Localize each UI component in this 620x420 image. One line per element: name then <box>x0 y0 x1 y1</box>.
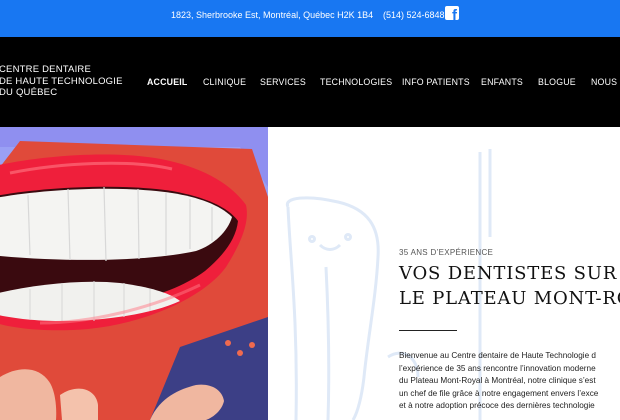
hero-text-panel: 35 ANS D’EXPÉRIENCE VOS DENTISTES SUR LE… <box>268 127 620 420</box>
nav-item-clinique[interactable]: CLINIQUE <box>203 77 246 87</box>
logo-line-1: CENTRE DENTAIRE <box>0 64 92 75</box>
nav-item-nous-joindre[interactable]: NOUS J <box>591 77 620 87</box>
nav-item-technologies[interactable]: TECHNOLOGIES <box>320 77 392 87</box>
nav-item-accueil[interactable]: ACCUEIL <box>147 77 188 87</box>
body-line: du Plateau Mont-Royal à Montréal, notre … <box>399 376 596 385</box>
nav-item-enfants[interactable]: ENFANTS <box>481 77 523 87</box>
phone-link[interactable]: (514) 524-6848 <box>383 10 445 20</box>
top-contact-bar: 1823, Sherbrooke Est, Montréal, Québec H… <box>0 0 620 37</box>
body-line: un chef de file grâce à notre engagement… <box>399 388 599 398</box>
body-line: et à notre adoption précoce des dernière… <box>399 401 595 410</box>
address-text: 1823, Sherbrooke Est, Montréal, Québec H… <box>171 10 374 20</box>
hero-title-line-2: LE PLATEAU MONT-RO <box>399 288 620 309</box>
logo-line-2: DE HAUTE TECHNOLOGIE <box>0 75 123 87</box>
hero-tagline: 35 ANS D’EXPÉRIENCE <box>399 248 494 257</box>
site-logo[interactable]: CENTRE DENTAIRE DE HAUTE TECHNOLOGIE DU … <box>0 64 129 99</box>
title-divider <box>399 330 457 331</box>
hero-title-line-1: VOS DENTISTES SUR <box>399 263 618 284</box>
nav-item-services[interactable]: SERVICES <box>260 77 306 87</box>
body-line: l’expérience de 35 ans rencontre l’innov… <box>399 363 596 373</box>
facebook-icon[interactable]: f <box>445 6 459 20</box>
body-line: Bienvenue au Centre dentaire de Haute Te… <box>399 351 596 360</box>
hero-section: 35 ANS D’EXPÉRIENCE VOS DENTISTES SUR LE… <box>0 127 620 420</box>
nav-item-blogue[interactable]: BLOGUE <box>538 77 576 87</box>
hero-title: VOS DENTISTES SUR LE PLATEAU MONT-RO <box>399 261 620 311</box>
main-navigation: CENTRE DENTAIRE DE HAUTE TECHNOLOGIE DU … <box>0 37 620 127</box>
nav-item-info-patients[interactable]: INFO PATIENTS <box>402 77 470 87</box>
logo-line-3: DU QUÉBEC <box>0 87 58 98</box>
hero-smile-image <box>0 127 268 420</box>
hero-body-text: Bienvenue au Centre dentaire de Haute Te… <box>399 350 620 413</box>
